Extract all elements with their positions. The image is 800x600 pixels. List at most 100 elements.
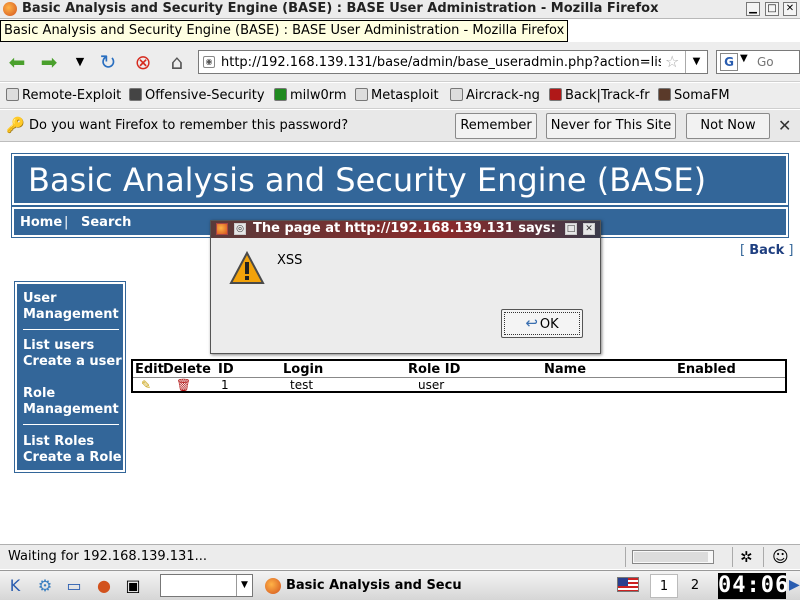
bookmark-star-icon[interactable]: ☆ bbox=[665, 52, 679, 71]
taskbar: K ⚙ ▭ ● ▣ ▼ Basic Analysis and Security … bbox=[0, 570, 800, 600]
user-management-heading-2[interactable]: Management bbox=[23, 307, 119, 323]
engine-dropdown-icon[interactable]: ▼ bbox=[740, 53, 748, 64]
search-link[interactable]: Search bbox=[81, 215, 131, 230]
close-window-icon[interactable]: ✕ bbox=[783, 2, 797, 16]
bookmark-icon bbox=[450, 88, 463, 101]
google-engine-icon[interactable]: G bbox=[720, 53, 738, 71]
home-icon[interactable]: ⌂ bbox=[165, 50, 189, 74]
search-input[interactable] bbox=[757, 54, 799, 70]
status-separator bbox=[732, 547, 733, 567]
bookmark-icon bbox=[658, 88, 671, 101]
column-header-role-id: Role ID bbox=[408, 362, 461, 377]
bookmark-metasploit[interactable]: Metasploit bbox=[355, 87, 439, 105]
base-header: Basic Analysis and Security Engine (BASE… bbox=[11, 153, 789, 206]
url-dropdown-icon[interactable]: ▼ bbox=[685, 51, 707, 73]
desktop-2-button[interactable]: 2 bbox=[681, 574, 709, 598]
dialog-maximize-icon[interactable]: □ bbox=[565, 223, 577, 235]
admin-sidebar: User Management List users Create a user… bbox=[14, 281, 126, 473]
terminal-icon[interactable]: ▣ bbox=[122, 575, 144, 597]
bookmark-label: Aircrack-ng bbox=[466, 88, 540, 103]
desktop-1-button[interactable]: 1 bbox=[650, 574, 678, 598]
bookmark-remote-exploit[interactable]: Remote-Exploit bbox=[6, 87, 121, 105]
window-titlebar: Basic Analysis and Security Engine (BASE… bbox=[0, 0, 800, 19]
home-link[interactable]: Home bbox=[20, 215, 62, 230]
header-divider bbox=[133, 377, 785, 378]
page-title: Basic Analysis and Security Engine (BASE… bbox=[28, 161, 707, 199]
site-identity-icon[interactable]: ◉ bbox=[203, 56, 215, 68]
taskbar-firefox-task[interactable]: Basic Analysis and Security Engine (BASE… bbox=[262, 574, 462, 598]
not-now-button[interactable]: Not Now bbox=[686, 113, 770, 139]
firefox-launcher-icon[interactable]: ● bbox=[93, 575, 115, 597]
loading-progress-bar bbox=[632, 550, 714, 564]
status-message: Waiting for 192.168.139.131... bbox=[8, 549, 207, 564]
sidebar-divider bbox=[23, 329, 119, 330]
ok-arrow-icon: ↩ bbox=[525, 314, 538, 332]
remember-button[interactable]: Remember bbox=[455, 113, 537, 139]
nav-separator: | bbox=[64, 215, 69, 230]
maximize-icon[interactable]: □ bbox=[765, 2, 779, 16]
bookmark-icon bbox=[355, 88, 368, 101]
role-management-heading[interactable]: Role bbox=[23, 386, 55, 402]
bookmark-aircrack-ng[interactable]: Aircrack-ng bbox=[450, 87, 540, 105]
status-separator bbox=[625, 547, 626, 567]
list-users-link[interactable]: List users bbox=[23, 338, 94, 354]
firefox-icon bbox=[216, 223, 228, 235]
reload-icon[interactable]: ↻ bbox=[96, 50, 120, 74]
taskbar-combo[interactable]: ▼ bbox=[160, 574, 253, 597]
password-notification-bar: 🔑 Do you want Firefox to remember this p… bbox=[0, 110, 800, 142]
bookmark-label: Back|Track-fr bbox=[565, 88, 650, 103]
forward-arrow-icon[interactable]: ➡ bbox=[37, 50, 61, 74]
konqueror-icon[interactable]: ⚙ bbox=[34, 575, 56, 597]
cell-role-id: user bbox=[418, 378, 445, 392]
bookmark-label: Offensive-Security bbox=[145, 88, 265, 103]
ok-button[interactable]: ↩ OK bbox=[501, 309, 583, 338]
bookmark-offensive-security[interactable]: Offensive-Security bbox=[129, 87, 265, 105]
us-flag-icon[interactable] bbox=[617, 577, 639, 592]
combo-dropdown-icon[interactable]: ▼ bbox=[236, 575, 252, 596]
notification-message: Do you want Firefox to remember this pas… bbox=[29, 118, 349, 133]
minimize-icon[interactable]: ▁ bbox=[746, 2, 760, 16]
edit-icon[interactable]: ✎ bbox=[141, 378, 151, 392]
bug-icon[interactable]: ✲ bbox=[740, 548, 753, 566]
column-header-enabled: Enabled bbox=[677, 362, 736, 377]
list-roles-link[interactable]: List Roles bbox=[23, 434, 94, 450]
alert-dialog: ◎ The page at http://192.168.139.131 say… bbox=[210, 220, 601, 354]
status-bar: Waiting for 192.168.139.131... ✲ ☺ bbox=[0, 544, 800, 569]
bookmark-somafm[interactable]: SomaFM bbox=[658, 87, 730, 105]
window-title: Basic Analysis and Security Engine (BASE… bbox=[22, 1, 659, 16]
desktop-icon[interactable]: ▭ bbox=[63, 575, 85, 597]
history-dropdown-icon[interactable]: ▼ bbox=[68, 50, 92, 74]
back-arrow-icon[interactable]: ⬅ bbox=[5, 50, 29, 74]
dialog-close-icon[interactable]: ✕ bbox=[583, 223, 595, 235]
create-role-link[interactable]: Create a Role bbox=[23, 450, 122, 466]
bookmark-milw0rm[interactable]: milw0rm bbox=[274, 87, 347, 105]
create-user-link[interactable]: Create a user bbox=[23, 354, 122, 370]
bookmark-label: Metasploit bbox=[371, 88, 439, 103]
progress-fill bbox=[634, 552, 708, 562]
delete-icon[interactable]: 🗑 bbox=[176, 378, 191, 392]
key-icon: 🔑 bbox=[6, 116, 25, 134]
clock: 04:06 bbox=[718, 573, 790, 599]
dialog-titlebar: ◎ The page at http://192.168.139.131 say… bbox=[211, 221, 600, 238]
bookmark-icon bbox=[129, 88, 142, 101]
greasemonkey-icon[interactable]: ☺ bbox=[772, 547, 789, 566]
bracket-open: [ bbox=[740, 243, 746, 258]
search-bar[interactable]: G ▼ bbox=[716, 50, 800, 74]
url-input[interactable] bbox=[221, 53, 661, 71]
back-link[interactable]: Back bbox=[749, 243, 784, 258]
bookmark-backtrack-fr[interactable]: Back|Track-fr bbox=[549, 87, 650, 105]
url-bar[interactable]: ◉ ☆ ▼ bbox=[198, 50, 708, 74]
kde-menu-icon[interactable]: K bbox=[4, 575, 26, 597]
stop-icon[interactable]: ⊗ bbox=[131, 50, 155, 74]
back-link-wrapper: [ Back ] bbox=[740, 243, 793, 258]
cell-login: test bbox=[290, 378, 314, 392]
role-management-heading-2[interactable]: Management bbox=[23, 402, 119, 418]
dialog-menu-icon[interactable]: ◎ bbox=[234, 223, 246, 235]
column-header-id: ID bbox=[218, 362, 234, 377]
navigation-toolbar: ⬅ ➡ ▼ ↻ ⊗ ⌂ ◉ ☆ ▼ G ▼ bbox=[0, 42, 800, 82]
user-management-heading[interactable]: User bbox=[23, 291, 57, 307]
close-notification-icon[interactable]: ✕ bbox=[778, 116, 791, 135]
more-arrow-icon[interactable]: ▶ bbox=[789, 577, 800, 593]
never-for-this-site-button[interactable]: Never for This Site bbox=[546, 113, 676, 139]
column-header-login: Login bbox=[283, 362, 324, 377]
